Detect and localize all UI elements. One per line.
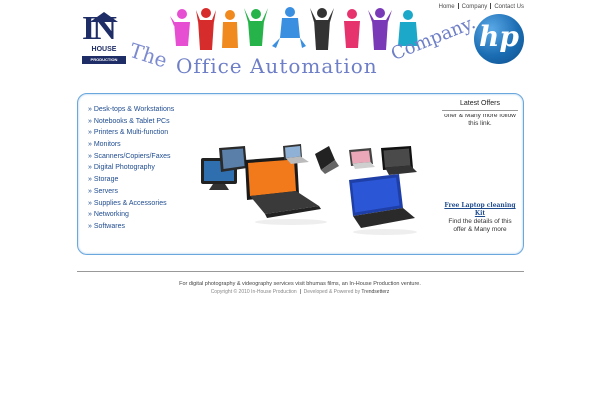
laptop-image [219, 146, 247, 172]
category-item[interactable]: » Desk-tops & Workstations [88, 104, 174, 116]
offer-description: Find the details of this offer & Many mo… [448, 218, 512, 233]
category-item[interactable]: » Printers & Multi-function [88, 127, 174, 139]
offers-title: Latest Offers [442, 100, 518, 111]
category-item[interactable]: » Storage [88, 174, 174, 186]
laptop-showcase-image [201, 144, 417, 235]
category-item[interactable]: » Supplies & Accessories [88, 198, 174, 210]
category-link[interactable]: » Supplies & Accessories [88, 200, 167, 207]
category-item[interactable]: » Monitors [88, 139, 174, 151]
category-link[interactable]: » Monitors [88, 141, 121, 148]
laptop-image [349, 174, 417, 235]
logo-house-word: HOUSE [91, 46, 117, 53]
company-tagline: The Office Automation Company. [127, 12, 479, 84]
category-link[interactable]: » Servers [88, 188, 118, 195]
category-link[interactable]: » Digital Photography [88, 164, 155, 171]
latest-offers-box: Latest Offers offer & Many more follow t… [442, 100, 518, 240]
category-link[interactable]: » Notebooks & Tablet PCs [88, 118, 170, 125]
nav-contact-link[interactable]: Contact Us [494, 4, 524, 10]
inhouse-logo[interactable]: IN HOUSE PRODUCTION [82, 12, 126, 66]
category-link[interactable]: » Desk-tops & Workstations [88, 106, 174, 113]
category-link[interactable]: » Scanners/Copiers/Faxes [88, 153, 170, 160]
nav-company-link[interactable]: Company [462, 4, 488, 10]
category-link[interactable]: » Storage [88, 176, 118, 183]
nav-divider [457, 3, 459, 9]
category-item[interactable]: » Servers [88, 186, 174, 198]
main-panel: » Desk-tops & Workstations » Notebooks &… [77, 93, 524, 255]
category-link[interactable]: » Printers & Multi-function [88, 129, 168, 136]
category-link[interactable]: » Softwares [88, 223, 125, 230]
nav-divider [490, 3, 492, 9]
offers-ticker: offer & Many more follow this link. Free… [442, 114, 518, 238]
category-item[interactable]: » Digital Photography [88, 162, 174, 174]
nav-home-link[interactable]: Home [439, 4, 455, 10]
top-nav: Home Company Contact Us [439, 3, 524, 10]
category-item[interactable]: » Networking [88, 209, 174, 221]
laptop-image [245, 156, 327, 225]
tagline-office-automation: Office Automation [176, 54, 378, 78]
hp-logo[interactable]: hp [474, 14, 524, 64]
laptop-image [349, 148, 375, 169]
footer-divider [77, 271, 524, 272]
logo-production-bar: PRODUCTION [82, 56, 126, 64]
developer-link[interactable]: Trendsetterz [361, 289, 389, 295]
category-link[interactable]: » Networking [88, 211, 129, 218]
category-item[interactable]: » Scanners/Copiers/Faxes [88, 151, 174, 163]
footer-promo-text: For digital photography & videography se… [179, 281, 421, 287]
category-list: » Desk-tops & Workstations » Notebooks &… [88, 104, 174, 233]
category-item[interactable]: » Softwares [88, 221, 174, 233]
footer-copyright: Copyright © 2010 In-House Production Deve… [0, 289, 600, 295]
offer-snippet: offer & Many more follow this link. [444, 114, 516, 127]
hp-logo-text: hp [479, 20, 519, 53]
category-item[interactable]: » Notebooks & Tablet PCs [88, 116, 174, 128]
copyright-text: Copyright © 2010 In-House Production [210, 289, 297, 295]
netbook-image [315, 146, 339, 174]
laptop-image [381, 146, 417, 175]
logo-letters: IN [82, 10, 117, 47]
developed-by-text: Developed & Powered by [303, 289, 361, 295]
offer-link[interactable]: Free Laptop cleaning Kit [442, 202, 518, 218]
tagline-the: The [126, 38, 171, 73]
footer-separator [299, 289, 301, 294]
